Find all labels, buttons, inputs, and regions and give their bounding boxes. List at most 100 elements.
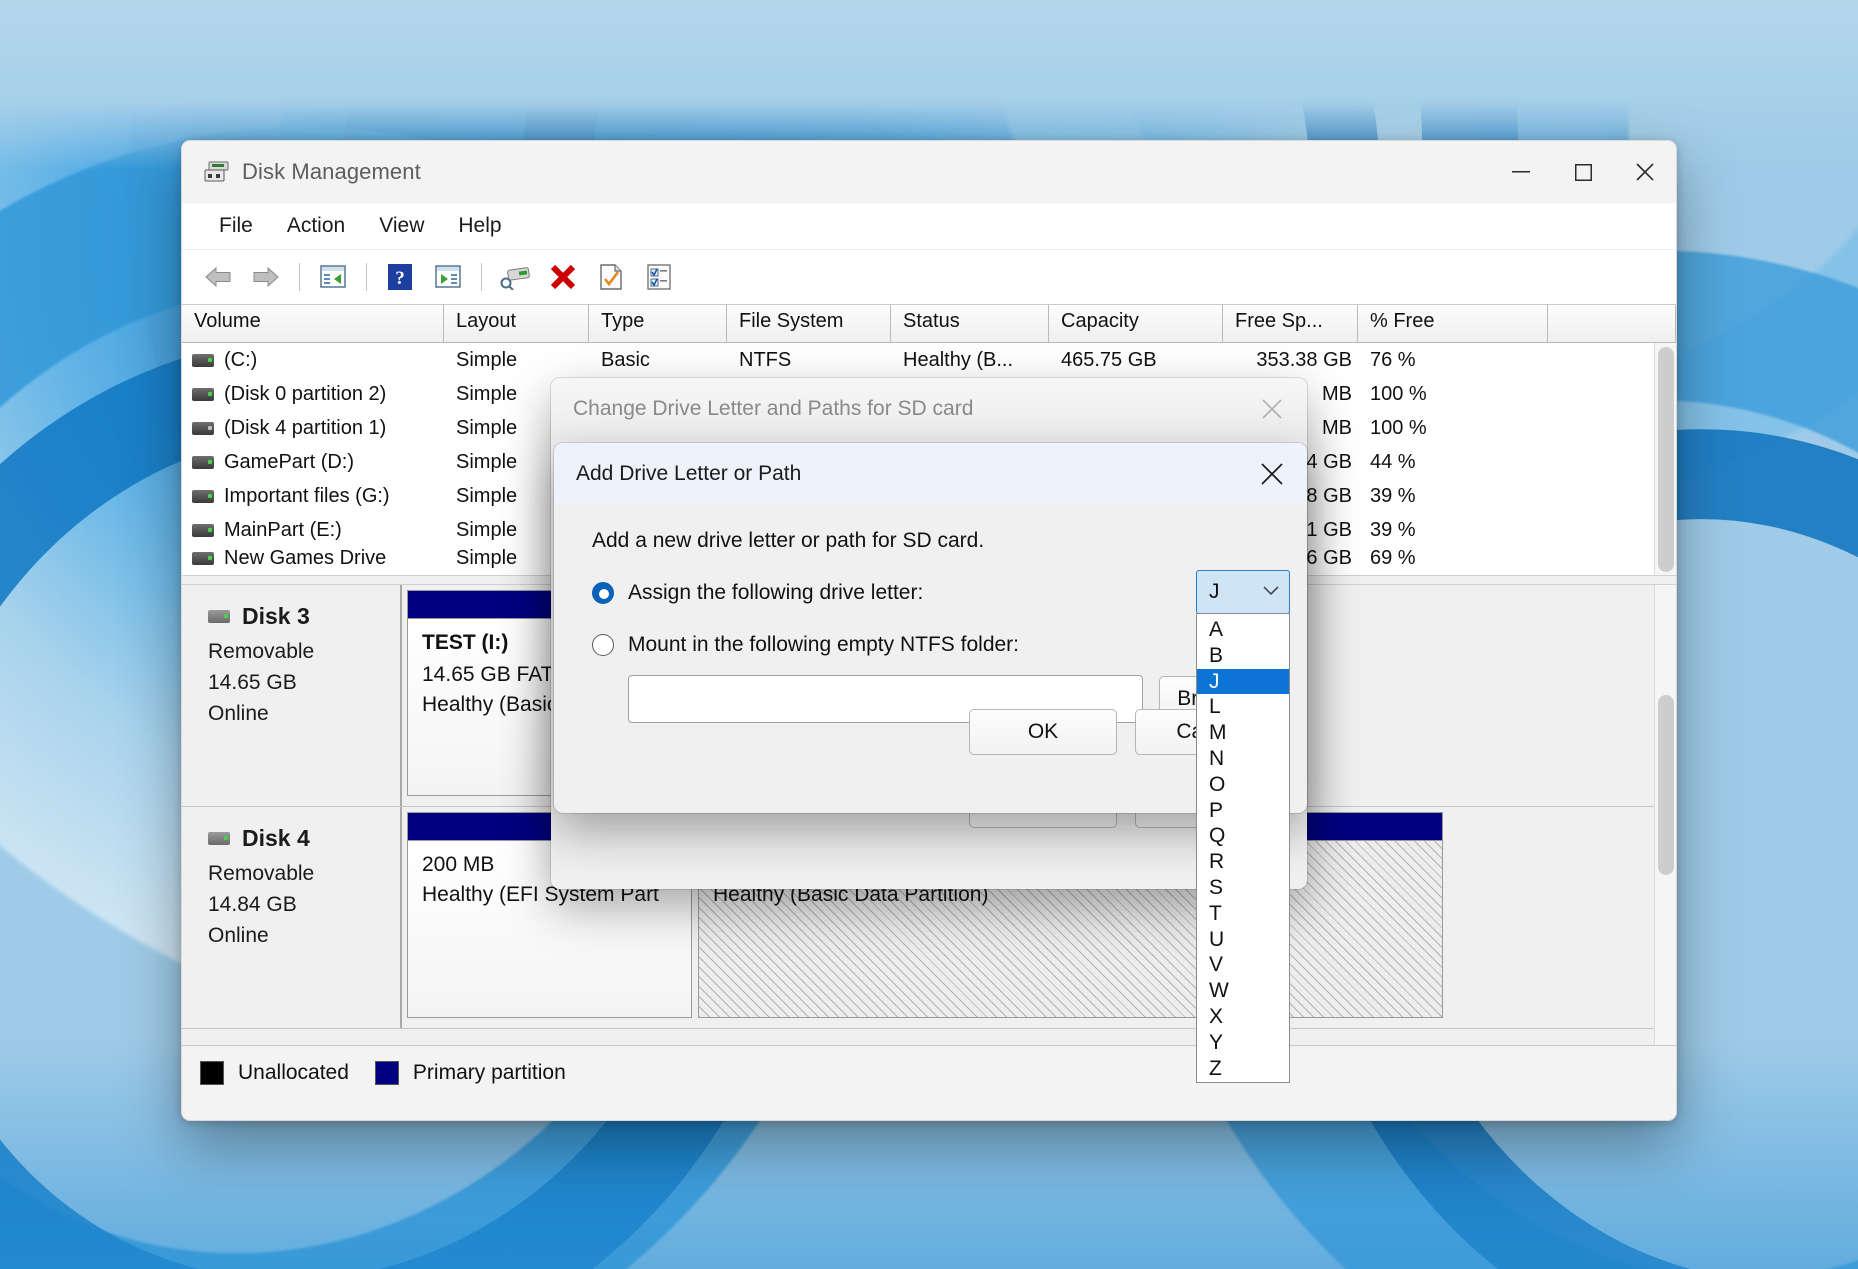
close-button[interactable]: [1614, 141, 1676, 203]
menu-help[interactable]: Help: [441, 210, 518, 242]
drive-letter-dropdown-list[interactable]: A B J L M N O P Q R S T U V W X Y Z: [1196, 613, 1290, 1083]
column-header-status[interactable]: Status: [891, 305, 1049, 342]
delete-icon[interactable]: [539, 255, 587, 299]
svg-text:?: ?: [395, 268, 405, 289]
column-header-capacity[interactable]: Capacity: [1049, 305, 1223, 342]
drive-letter-combo-value: J: [1209, 580, 1220, 603]
add-drive-letter-dialog: Add Drive Letter or Path Add a new drive…: [554, 443, 1307, 813]
drive-letter-option-r[interactable]: R: [1197, 849, 1289, 875]
column-header-percent-free[interactable]: % Free: [1358, 305, 1548, 342]
column-header-file-system[interactable]: File System: [727, 305, 891, 342]
legend-swatch-primary-partition: [374, 1060, 399, 1085]
rescan-disks-icon[interactable]: [491, 255, 539, 299]
disk-icon: [208, 610, 230, 623]
disk-size: 14.65 GB: [208, 671, 297, 694]
menu-action[interactable]: Action: [270, 210, 362, 242]
assign-drive-letter-radio[interactable]: [592, 582, 614, 604]
drive-letter-option-s[interactable]: S: [1197, 875, 1289, 901]
volume-list-scroll-thumb[interactable]: [1658, 347, 1674, 572]
back-icon[interactable]: [194, 255, 242, 299]
column-header-type[interactable]: Type: [589, 305, 727, 342]
window-controls: [1490, 141, 1676, 203]
drive-letter-option-m[interactable]: M: [1197, 720, 1289, 746]
column-header-layout[interactable]: Layout: [444, 305, 589, 342]
volume-table-header: Volume Layout Type File System Status Ca…: [182, 305, 1676, 343]
menu-view[interactable]: View: [362, 210, 441, 242]
drive-icon: [192, 455, 214, 469]
drive-icon: [192, 421, 214, 435]
mount-folder-radio-row[interactable]: Mount in the following empty NTFS folder…: [592, 633, 1283, 657]
disk-pane-scroll-thumb[interactable]: [1658, 695, 1674, 875]
drive-letter-option-w[interactable]: W: [1197, 978, 1289, 1004]
help-icon[interactable]: ?: [376, 255, 424, 299]
cell-percent-free: 44 %: [1370, 450, 1416, 473]
drive-letter-option-a[interactable]: A: [1197, 617, 1289, 643]
disk-pane-scrollbar[interactable]: [1654, 585, 1676, 1045]
disk-info-disk-4[interactable]: Disk 4 Removable 14.84 GB Online: [182, 807, 402, 1028]
window-title: Disk Management: [242, 159, 421, 184]
cell-volume-label: (Disk 0 partition 2): [224, 382, 387, 405]
cell-volume-label: (Disk 4 partition 1): [224, 416, 387, 439]
disk-management-icon: [204, 161, 230, 183]
cell-volume: GamePart (D:): [182, 451, 444, 474]
drive-icon: [192, 523, 214, 537]
cell-volume-label: New Games Drive: [224, 547, 387, 569]
toolbar: ?: [182, 250, 1676, 305]
add-dialog-close-button[interactable]: [1245, 451, 1299, 497]
volume-list-scrollbar[interactable]: [1654, 343, 1676, 575]
assign-drive-letter-radio-row[interactable]: Assign the following drive letter:: [592, 581, 1283, 605]
legend-bar: Unallocated Primary partition: [182, 1045, 1676, 1099]
cell-percent-free: 100 %: [1370, 416, 1427, 439]
up-one-level-icon[interactable]: [309, 255, 357, 299]
cell-volume-label: MainPart (E:): [224, 518, 342, 541]
mount-folder-radio[interactable]: [592, 634, 614, 656]
cell-percent-free: 69 %: [1370, 547, 1416, 569]
desktop-wallpaper: Disk Management File Action View Help ? …: [0, 0, 1858, 1269]
cell-volume-label: GamePart (D:): [224, 450, 355, 473]
drive-letter-option-v[interactable]: V: [1197, 952, 1289, 978]
maximize-button[interactable]: [1552, 141, 1614, 203]
show-hide-console-tree-icon[interactable]: [424, 255, 472, 299]
menu-file[interactable]: File: [202, 210, 270, 242]
drive-letter-option-x[interactable]: X: [1197, 1004, 1289, 1030]
drive-letter-option-l[interactable]: L: [1197, 694, 1289, 720]
disk-info-disk-3[interactable]: Disk 3 Removable 14.65 GB Online: [182, 585, 402, 806]
drive-letter-option-t[interactable]: T: [1197, 901, 1289, 927]
cell-type: Basic: [601, 348, 650, 371]
drive-letter-option-p[interactable]: P: [1197, 798, 1289, 824]
disk-kind: Removable: [208, 862, 315, 885]
drive-icon: [192, 353, 214, 367]
column-header-volume[interactable]: Volume: [182, 305, 444, 342]
drive-letter-option-o[interactable]: O: [1197, 772, 1289, 798]
cell-layout: Simple: [456, 348, 518, 371]
options-icon[interactable]: [635, 255, 683, 299]
change-dialog-close-button[interactable]: [1245, 386, 1299, 432]
cell-volume: MainPart (E:): [182, 519, 444, 542]
cell-capacity: 465.75 GB: [1061, 348, 1157, 371]
toolbar-separator-2: [366, 263, 367, 291]
forward-icon[interactable]: [242, 255, 290, 299]
drive-letter-option-q[interactable]: Q: [1197, 823, 1289, 849]
drive-letter-option-u[interactable]: U: [1197, 927, 1289, 953]
drive-letter-option-j[interactable]: J: [1197, 668, 1289, 695]
drive-letter-option-n[interactable]: N: [1197, 746, 1289, 772]
minimize-button[interactable]: [1490, 141, 1552, 203]
cell-percent-free: 76 %: [1370, 348, 1416, 371]
properties-icon[interactable]: [587, 255, 635, 299]
drive-letter-option-y[interactable]: Y: [1197, 1030, 1289, 1056]
toolbar-separator-1: [299, 263, 300, 291]
change-dialog-title: Change Drive Letter and Paths for SD car…: [573, 397, 974, 420]
drive-letter-combo[interactable]: J: [1196, 570, 1290, 614]
column-header-free-space[interactable]: Free Sp...: [1223, 305, 1358, 342]
change-dialog-title-bar: Change Drive Letter and Paths for SD car…: [551, 378, 1307, 440]
drive-letter-option-z[interactable]: Z: [1197, 1056, 1289, 1082]
cell-volume: (C:): [182, 349, 444, 372]
add-dialog-title-bar: Add Drive Letter or Path: [554, 443, 1307, 505]
toolbar-separator-3: [481, 263, 482, 291]
drive-icon: [192, 551, 214, 565]
drive-letter-option-b[interactable]: B: [1197, 643, 1289, 669]
cell-percent-free: 39 %: [1370, 518, 1416, 541]
menu-bar: File Action View Help: [182, 203, 1676, 250]
add-dialog-ok-button[interactable]: OK: [969, 709, 1117, 755]
table-row[interactable]: (C:) Simple Basic NTFS Healthy (B... 465…: [182, 343, 1676, 377]
